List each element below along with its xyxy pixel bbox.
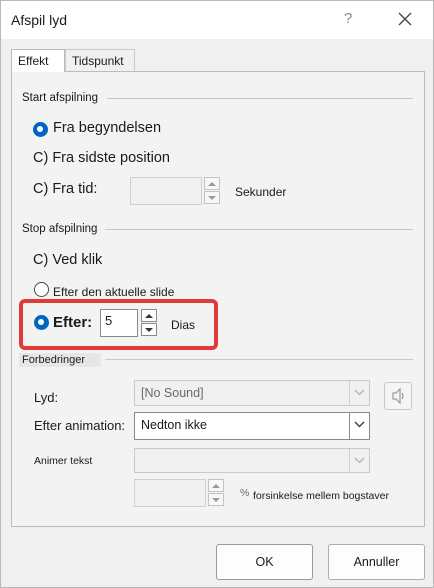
letter-delay-input[interactable] [134, 479, 206, 507]
cancel-button[interactable]: Annuller [328, 544, 425, 580]
start-group-label: Start afspilning [22, 92, 99, 104]
letter-delay-down-button[interactable] [208, 493, 224, 506]
enhancements-group-label: Forbedringer [22, 354, 85, 366]
percent-sign: % [240, 487, 250, 499]
start-group-divider [107, 98, 413, 99]
from-time-input[interactable] [130, 177, 202, 205]
seconds-unit-label: Sekunder [235, 185, 287, 199]
after-slides-down-button[interactable] [141, 323, 157, 336]
after-slides-radio[interactable] [34, 315, 49, 330]
ok-button[interactable]: OK [216, 544, 313, 580]
slides-unit-label: Dias [171, 318, 196, 332]
sound-select[interactable]: [No Sound] [134, 380, 370, 406]
stop-group-divider [105, 229, 413, 230]
after-slides-stepper[interactable] [141, 309, 157, 337]
after-animation-select[interactable]: Nedton ikke [134, 412, 370, 440]
sound-select-chevron-down-icon [349, 381, 369, 405]
after-animation-chevron-down-icon [349, 413, 369, 439]
after-slides-value: 5 [105, 313, 113, 328]
from-beginning-radio[interactable] [33, 122, 48, 137]
from-time-up-button[interactable] [204, 177, 220, 190]
tab-effekt[interactable]: Effekt [11, 49, 65, 72]
letter-delay-stepper[interactable] [208, 479, 224, 507]
tab-effekt-label: Effekt [18, 54, 49, 68]
title-bar: Afspil lyd ? [1, 1, 433, 39]
close-icon[interactable] [397, 11, 415, 29]
play-sound-dialog: Afspil lyd ? Effekt Tidspunkt Start afsp… [0, 0, 434, 588]
from-time-option[interactable]: C) Fra tid: [33, 181, 97, 197]
volume-button[interactable] [384, 382, 412, 410]
from-time-down-button[interactable] [204, 191, 220, 204]
sound-label: Lyd: [34, 390, 59, 405]
after-slides-label: Efter: [53, 314, 93, 331]
help-button[interactable]: ? [344, 10, 352, 27]
speaker-icon [392, 387, 404, 405]
tab-tidspunkt-label: Tidspunkt [72, 54, 124, 68]
after-current-slide-label: Efter den aktuelle slide [53, 285, 175, 299]
on-click-option[interactable]: C) Ved klik [33, 252, 102, 268]
after-current-slide-radio[interactable] [34, 282, 49, 297]
from-time-stepper[interactable] [204, 177, 220, 205]
window-title: Afspil lyd [11, 12, 68, 28]
after-slides-up-button[interactable] [141, 309, 157, 322]
letter-delay-suffix: forsinkelse mellem bogstaver [253, 490, 389, 502]
animate-text-label: Animer tekst [34, 455, 93, 467]
animate-text-select[interactable] [134, 448, 370, 473]
from-last-position-option[interactable]: C) Fra sidste position [33, 150, 170, 166]
tab-tidspunkt[interactable]: Tidspunkt [65, 49, 135, 71]
after-slides-input[interactable]: 5 [100, 309, 138, 337]
letter-delay-up-button[interactable] [208, 479, 224, 492]
enhancements-group-divider [105, 359, 413, 360]
animate-text-chevron-down-icon [349, 449, 369, 472]
stop-group-label: Stop afspilning [22, 223, 98, 235]
after-animation-value: Nedton ikke [141, 418, 208, 432]
sound-select-value: [No Sound] [141, 386, 204, 400]
after-animation-label: Efter animation: [34, 418, 126, 433]
from-beginning-label: Fra begyndelsen [53, 120, 162, 136]
